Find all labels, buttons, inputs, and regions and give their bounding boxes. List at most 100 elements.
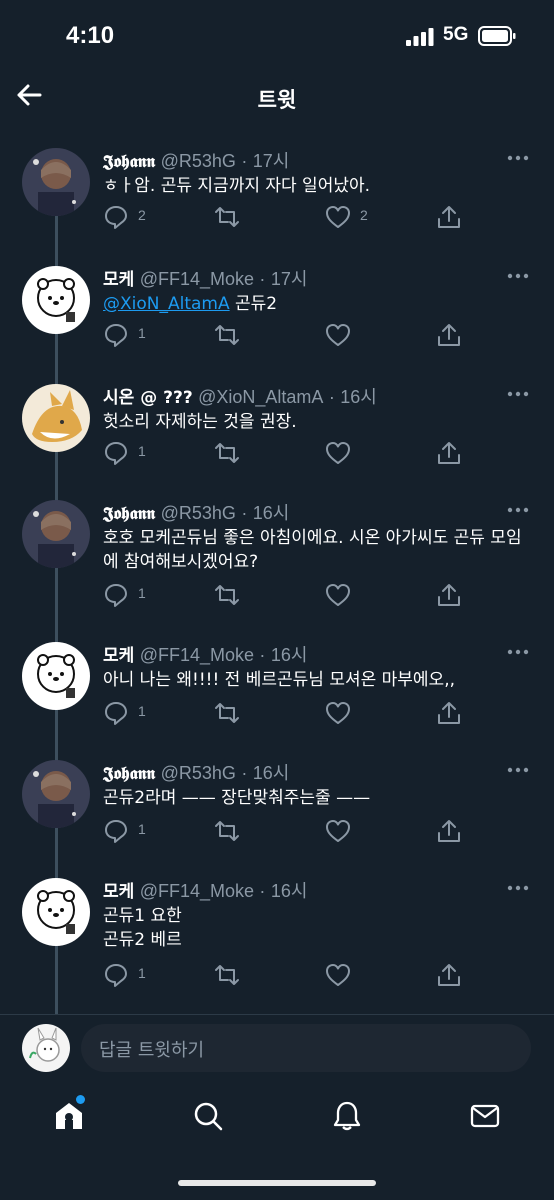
bottom-tab-bar: [0, 1084, 554, 1150]
display-name[interactable]: 모케: [103, 882, 134, 902]
tweet-header: 𝕵𝖔𝖍𝖆𝖓𝖓 @R53hG · 16시: [103, 760, 289, 786]
reply-button[interactable]: 1: [103, 582, 173, 608]
share-icon: [438, 702, 460, 724]
home-icon[interactable]: [53, 1100, 85, 1132]
user-handle[interactable]: @XioN_AltamA: [198, 387, 323, 407]
retweet-button[interactable]: [214, 700, 274, 726]
tweet[interactable]: 모케 @FF14_Moke · 16시 곤듀1 요한 곤듀2 베르 1: [0, 878, 554, 992]
avatar[interactable]: [22, 642, 90, 710]
like-button[interactable]: [325, 322, 395, 348]
avatar[interactable]: [22, 384, 90, 452]
avatar[interactable]: [22, 266, 90, 334]
like-icon: [326, 324, 350, 346]
tweet[interactable]: 시온 @ ??? @XioN_AltamA · 16시 헛소리 자제하는 것을 …: [0, 384, 554, 474]
reply-input[interactable]: 답글 트윗하기: [81, 1024, 531, 1072]
like-button[interactable]: [325, 962, 395, 988]
avatar[interactable]: [22, 878, 90, 946]
more-icon[interactable]: [506, 642, 530, 662]
user-handle[interactable]: @R53hG: [161, 503, 236, 523]
search-icon[interactable]: [192, 1100, 224, 1132]
more-icon[interactable]: [506, 148, 530, 168]
tweet-header: 모케 @FF14_Moke · 16시: [103, 642, 307, 668]
tweet-body: 호호 모케곤듀님 좋은 아침이에요. 시온 아가씨도 곤듀 모임에 참여해보시겠…: [103, 528, 522, 572]
like-button[interactable]: 2: [325, 204, 395, 230]
status-bar: 4:10 5G: [0, 0, 554, 70]
reply-button[interactable]: 1: [103, 818, 173, 844]
retweet-button[interactable]: [214, 582, 274, 608]
tweet-header: 모케 @FF14_Moke · 16시: [103, 878, 307, 904]
more-icon[interactable]: [506, 266, 530, 286]
retweet-button[interactable]: [214, 440, 274, 466]
share-button[interactable]: [436, 700, 462, 726]
display-name[interactable]: 𝕵𝖔𝖍𝖆𝖓𝖓: [103, 504, 155, 524]
reply-icon: [105, 964, 127, 987]
tweet[interactable]: 𝕵𝖔𝖍𝖆𝖓𝖓 @R53hG · 16시 호호 모케곤듀님 좋은 아침이에요. 시…: [0, 500, 554, 614]
user-handle[interactable]: @R53hG: [161, 763, 236, 783]
more-icon[interactable]: [506, 878, 530, 898]
tweet[interactable]: 모케 @FF14_Moke · 16시 아니 나는 왜!!!! 전 베르곤듀님 …: [0, 642, 554, 732]
user-handle[interactable]: @FF14_Moke: [140, 645, 254, 665]
display-name[interactable]: 시온 @ ???: [103, 388, 193, 408]
tweet-text: 호호 모케곤듀님 좋은 아침이에요. 시온 아가씨도 곤듀 모임에 참여해보시겠…: [103, 526, 533, 574]
display-name[interactable]: 모케: [103, 646, 134, 666]
network-label: 5G: [443, 24, 469, 45]
share-button[interactable]: [436, 582, 462, 608]
like-button[interactable]: [325, 818, 395, 844]
more-icon[interactable]: [506, 384, 530, 404]
retweet-icon: [215, 325, 239, 345]
messages-icon[interactable]: [469, 1100, 501, 1132]
tweet[interactable]: 모케 @FF14_Moke · 17시 @XioN_AltamA 곤듀2 1: [0, 266, 554, 356]
retweet-icon: [215, 965, 239, 985]
share-button[interactable]: [436, 818, 462, 844]
like-button[interactable]: [325, 700, 395, 726]
avatar[interactable]: [22, 760, 90, 828]
tweet-text: ㅎㅏ암. 곤듀 지금까지 자다 일어났아.: [103, 174, 533, 198]
retweet-button[interactable]: [214, 322, 274, 348]
like-count: 2: [360, 207, 368, 223]
share-button[interactable]: [436, 322, 462, 348]
reply-count: 1: [138, 965, 146, 981]
display-name[interactable]: 모케: [103, 270, 134, 290]
tweet-body: ㅎㅏ암. 곤듀 지금까지 자다 일어났아.: [103, 176, 371, 196]
timestamp: 16시: [270, 881, 308, 901]
tweet-actions: 1: [103, 818, 533, 844]
tweet-body: 헛소리 자제하는 것을 권장.: [103, 412, 297, 432]
share-button[interactable]: [436, 962, 462, 988]
retweet-button[interactable]: [214, 204, 274, 230]
user-handle[interactable]: @FF14_Moke: [140, 881, 254, 901]
tweet-actions: 1: [103, 582, 533, 608]
home-indicator[interactable]: [178, 1180, 376, 1186]
tweet-text: 곤듀1 요한 곤듀2 베르: [103, 904, 533, 952]
reply-button[interactable]: 2: [103, 204, 173, 230]
share-button[interactable]: [436, 440, 462, 466]
avatar[interactable]: [22, 148, 90, 216]
reply-button[interactable]: 1: [103, 322, 173, 348]
notifications-icon[interactable]: [331, 1100, 363, 1132]
more-icon[interactable]: [506, 760, 530, 780]
signal-icon: [406, 28, 434, 46]
retweet-button[interactable]: [214, 818, 274, 844]
share-button[interactable]: [436, 204, 462, 230]
retweet-button[interactable]: [214, 962, 274, 988]
timestamp: 16시: [252, 503, 290, 523]
avatar[interactable]: [22, 500, 90, 568]
retweet-icon: [215, 443, 239, 463]
tweet[interactable]: 𝕵𝖔𝖍𝖆𝖓𝖓 @R53hG · 16시 곤듀2라며 —— 장단맞춰주는줄 —— …: [0, 760, 554, 850]
display-name[interactable]: 𝕵𝖔𝖍𝖆𝖓𝖓: [103, 152, 155, 172]
reply-button[interactable]: 1: [103, 440, 173, 466]
my-avatar[interactable]: [22, 1024, 70, 1072]
reply-button[interactable]: 1: [103, 700, 173, 726]
timestamp: 17시: [252, 151, 290, 171]
more-icon[interactable]: [506, 500, 530, 520]
like-button[interactable]: [325, 582, 395, 608]
user-handle[interactable]: @R53hG: [161, 151, 236, 171]
display-name[interactable]: 𝕵𝖔𝖍𝖆𝖓𝖓: [103, 764, 155, 784]
reply-button[interactable]: 1: [103, 962, 173, 988]
tweet-header: 𝕵𝖔𝖍𝖆𝖓𝖓 @R53hG · 16시: [103, 500, 289, 526]
user-handle[interactable]: @FF14_Moke: [140, 269, 254, 289]
tweet-text: 아니 나는 왜!!!! 전 베르곤듀님 모셔온 마부에오,,: [103, 668, 533, 692]
like-button[interactable]: [325, 440, 395, 466]
tweet[interactable]: 𝕵𝖔𝖍𝖆𝖓𝖓 @R53hG · 17시 ㅎㅏ암. 곤듀 지금까지 자다 일어났아…: [0, 148, 554, 238]
tweet-header: 모케 @FF14_Moke · 17시: [103, 266, 307, 292]
mention-link[interactable]: @XioN_AltamA: [103, 294, 230, 314]
